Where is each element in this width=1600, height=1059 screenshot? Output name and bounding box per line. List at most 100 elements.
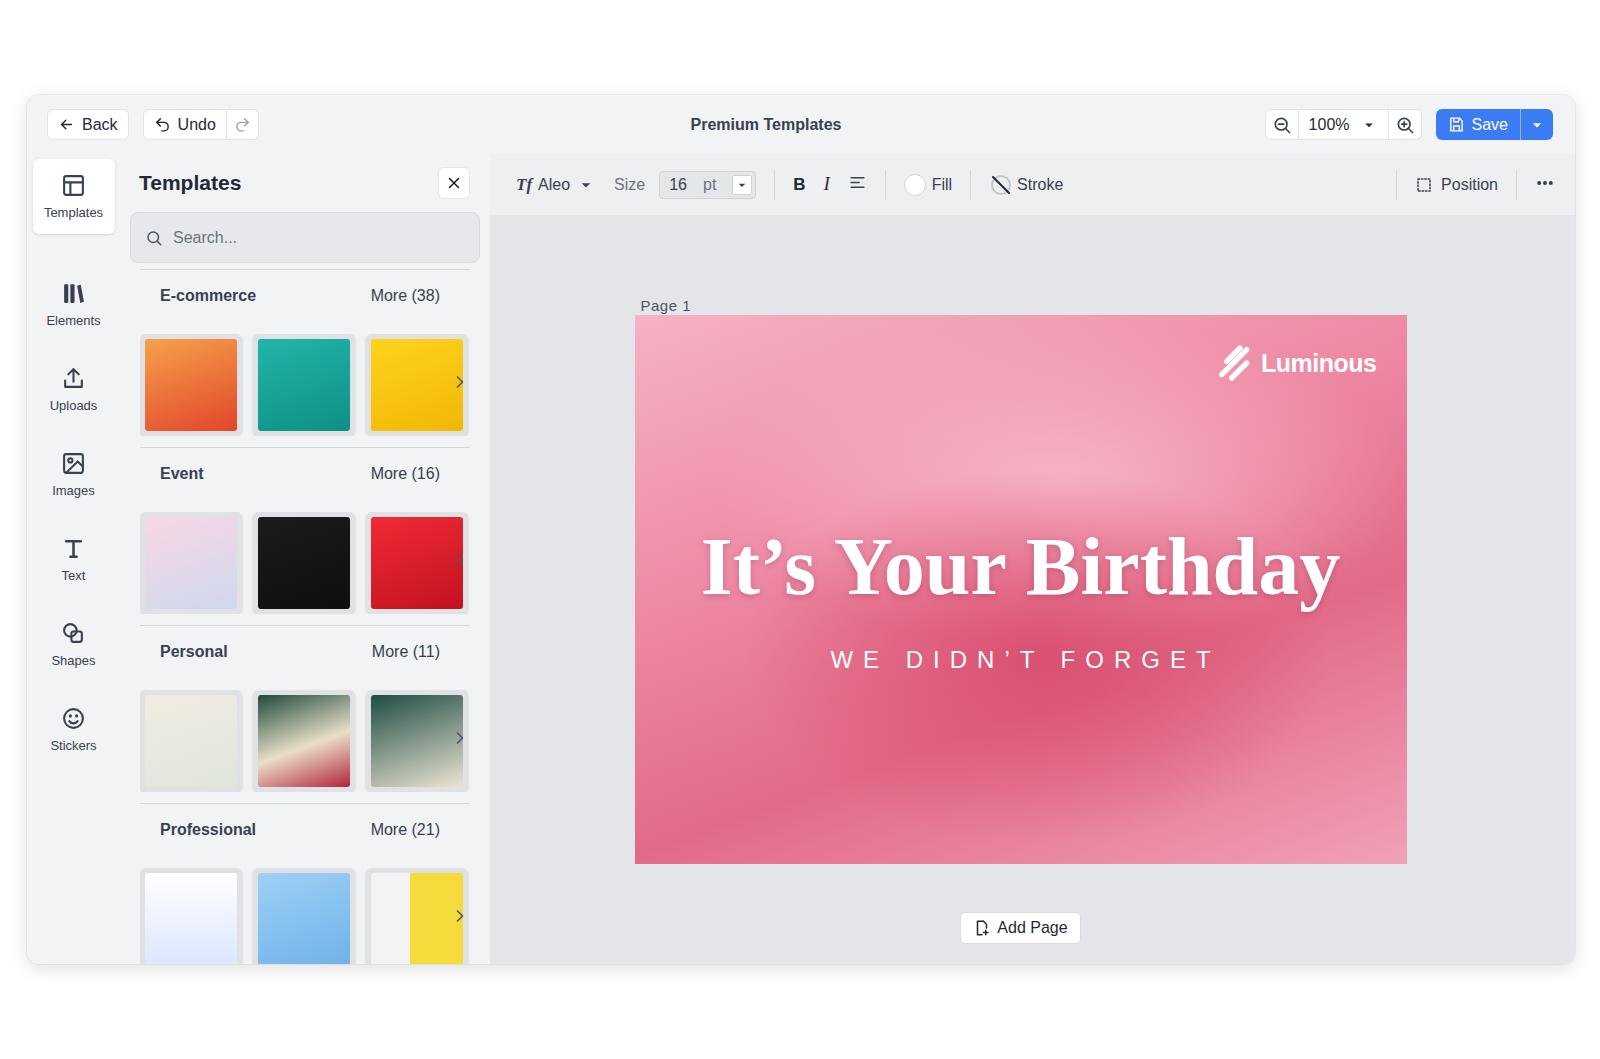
page-column: Page 1 Luminous It’s Your Birthday WE DIDN’… — [635, 297, 1407, 944]
separator — [1396, 170, 1397, 200]
templates-panel: Templates E-commerceMore (38) EventMore (1… — [120, 154, 490, 964]
template-thumb[interactable] — [140, 690, 242, 792]
undo-label: Undo — [178, 116, 216, 134]
templates-icon — [61, 173, 86, 198]
zoom-select[interactable]: 100% — [1299, 109, 1389, 140]
zoom-value: 100% — [1309, 116, 1350, 134]
window-title: Premium Templates — [691, 116, 842, 134]
rail-item[interactable]: Text — [33, 522, 115, 597]
shapes-icon — [61, 621, 86, 646]
template-thumb[interactable] — [366, 690, 468, 792]
brand-name: Luminous — [1261, 349, 1376, 378]
add-page-button[interactable]: Add Page — [960, 912, 1080, 944]
zoom-group: 100% — [1265, 109, 1422, 140]
separator — [885, 170, 886, 200]
more-link[interactable]: More (38) — [371, 287, 440, 305]
rail-label: Images — [52, 483, 95, 498]
rail-label: Stickers — [50, 738, 96, 753]
search-input[interactable] — [171, 228, 465, 248]
redo-button[interactable] — [227, 109, 259, 140]
design-page[interactable]: Luminous It’s Your Birthday WE DIDN’T FORG… — [635, 315, 1407, 864]
redo-icon — [234, 116, 251, 133]
more-link[interactable]: More (11) — [372, 643, 440, 661]
zoom-out-button[interactable] — [1265, 109, 1299, 140]
stroke-label: Stroke — [1017, 176, 1063, 194]
save-button[interactable]: Save — [1436, 109, 1553, 140]
save-menu-button[interactable] — [1520, 109, 1553, 140]
rail-item[interactable]: Uploads — [33, 352, 115, 427]
template-thumb[interactable] — [140, 334, 242, 436]
upload-icon — [61, 366, 86, 391]
category-header: EventMore (16) — [140, 448, 470, 500]
align-button[interactable] — [848, 173, 867, 196]
template-preview — [145, 695, 237, 787]
undo-button[interactable]: Undo — [143, 109, 227, 140]
fill-swatch — [904, 174, 926, 196]
template-thumb[interactable] — [140, 868, 242, 964]
position-button[interactable]: Position — [1415, 176, 1498, 194]
template-thumb[interactable] — [366, 512, 468, 614]
rail-item[interactable]: Shapes — [33, 607, 115, 682]
category-header: E-commerceMore (38) — [140, 270, 470, 322]
template-thumb[interactable] — [253, 690, 355, 792]
more-link[interactable]: More (16) — [371, 465, 440, 483]
template-category: E-commerceMore (38) — [140, 269, 470, 436]
page-label: Page 1 — [641, 297, 692, 314]
format-toolbar: TfAleoSize16ptBIFillStrokePosition — [490, 154, 1575, 215]
template-thumb[interactable] — [366, 868, 468, 964]
save-icon — [1448, 116, 1465, 133]
font-select[interactable]: TfAleo — [516, 175, 596, 195]
save-main[interactable]: Save — [1436, 109, 1520, 140]
close-button[interactable] — [439, 168, 469, 198]
more-button[interactable] — [1535, 173, 1555, 197]
position-icon — [1415, 176, 1433, 194]
chevron-right-icon[interactable] — [450, 550, 470, 570]
headline-text[interactable]: It’s Your Birthday — [701, 526, 1340, 608]
template-row — [140, 334, 470, 436]
template-thumb[interactable] — [253, 868, 355, 964]
caret-down-icon — [1527, 115, 1547, 135]
chevron-right-icon[interactable] — [450, 372, 470, 392]
template-preview — [258, 339, 350, 431]
template-preview — [145, 517, 237, 609]
zoom-in-icon — [1395, 115, 1415, 135]
rail-item[interactable]: Images — [33, 437, 115, 512]
size-dropdown[interactable] — [732, 175, 752, 195]
subline-text[interactable]: WE DIDN’T FORGET — [820, 645, 1220, 674]
fill-button[interactable]: Fill — [904, 174, 952, 196]
template-thumb[interactable] — [253, 334, 355, 436]
image-icon — [61, 451, 86, 476]
rail-item[interactable]: Templates — [33, 159, 115, 234]
chevron-right-icon[interactable] — [450, 906, 470, 926]
template-preview — [258, 695, 350, 787]
arrow-left-icon — [58, 116, 75, 133]
zoom-out-icon — [1272, 115, 1292, 135]
template-preview — [371, 339, 463, 431]
more-link[interactable]: More (21) — [371, 821, 440, 839]
back-button[interactable]: Back — [47, 109, 129, 140]
template-thumb[interactable] — [366, 334, 468, 436]
brand-logo: Luminous — [1215, 343, 1376, 383]
text-icon — [61, 536, 86, 561]
bold-button[interactable]: B — [793, 175, 805, 195]
category-header: ProfessionalMore (21) — [140, 804, 470, 856]
panel-header: Templates — [130, 154, 480, 212]
size-field[interactable]: 16pt — [659, 171, 756, 199]
font-icon: Tf — [516, 175, 532, 195]
template-row — [140, 868, 470, 964]
italic-button[interactable]: I — [824, 174, 830, 195]
zoom-in-button[interactable] — [1389, 109, 1422, 140]
rail-item[interactable]: Stickers — [33, 692, 115, 767]
template-thumb[interactable] — [253, 512, 355, 614]
rail-item[interactable]: Elements — [33, 267, 115, 342]
history-group: Undo — [143, 109, 259, 140]
chevron-right-icon[interactable] — [450, 728, 470, 748]
stroke-none-icon — [989, 173, 1013, 197]
save-label: Save — [1472, 116, 1508, 134]
luminous-logo-icon — [1215, 343, 1255, 383]
template-thumb[interactable] — [140, 512, 242, 614]
stroke-button[interactable]: Stroke — [989, 173, 1063, 197]
tool-rail: Templates Elements Uploads Images Text Shapes… — [27, 154, 120, 964]
search-field[interactable] — [130, 212, 480, 263]
template-preview — [371, 517, 463, 609]
